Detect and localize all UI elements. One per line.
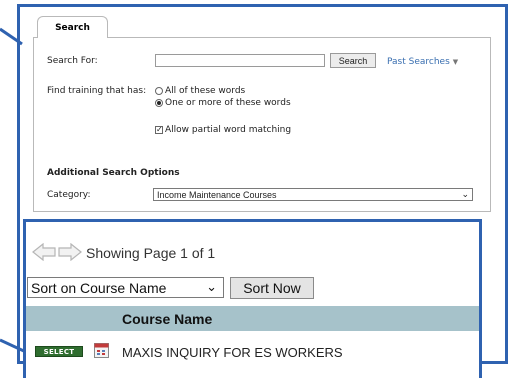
find-training-label: Find training that has: — [47, 86, 147, 96]
course-calendar-icon[interactable] — [94, 343, 109, 358]
search-for-label: Search For: — [47, 56, 98, 66]
arrow-right-icon[interactable] — [58, 243, 82, 261]
dropdown-chevron-icon: ▼ — [452, 58, 459, 66]
results-table-header — [26, 306, 479, 331]
past-searches-label: Past Searches — [387, 57, 450, 67]
page-status-text: Showing Page 1 of 1 — [86, 245, 216, 261]
category-select[interactable]: Income Maintenance Courses ⌄ — [153, 188, 473, 201]
course-name-cell[interactable]: MAXIS INQUIRY FOR ES WORKERS — [122, 345, 343, 360]
radio-all-words-indicator[interactable] — [155, 87, 163, 95]
radio-all-words[interactable]: All of these words — [155, 86, 245, 96]
tab-search[interactable]: Search — [37, 16, 108, 38]
sort-chevron-down-icon: ⌄ — [206, 279, 217, 294]
past-searches-link[interactable]: Past Searches ▼ — [387, 57, 458, 67]
sort-now-button[interactable]: Sort Now — [230, 277, 314, 299]
sort-select-value: Sort on Course Name — [31, 279, 167, 296]
chevron-down-icon: ⌄ — [461, 189, 469, 199]
radio-one-or-more-label: One or more of these words — [165, 98, 291, 108]
category-label: Category: — [47, 190, 91, 200]
radio-one-or-more-indicator[interactable] — [155, 99, 163, 107]
pointer-top-line — [0, 27, 23, 46]
search-button[interactable]: Search — [330, 53, 376, 68]
radio-one-or-more-words[interactable]: One or more of these words — [155, 98, 291, 108]
search-input[interactable] — [155, 54, 325, 67]
radio-all-words-label: All of these words — [165, 86, 246, 96]
category-select-value: Income Maintenance Courses — [157, 189, 277, 200]
partial-match-checkbox[interactable]: ✓ Allow partial word matching — [155, 125, 291, 135]
partial-match-check-box[interactable]: ✓ — [155, 126, 163, 134]
partial-match-label: Allow partial word matching — [165, 125, 292, 135]
column-header-course-name[interactable]: Course Name — [122, 311, 212, 327]
additional-options-heading: Additional Search Options — [47, 168, 180, 178]
select-course-button[interactable]: SELECT — [35, 346, 83, 357]
arrow-left-icon[interactable] — [32, 243, 56, 261]
sort-select[interactable]: Sort on Course Name ⌄ — [27, 277, 224, 298]
